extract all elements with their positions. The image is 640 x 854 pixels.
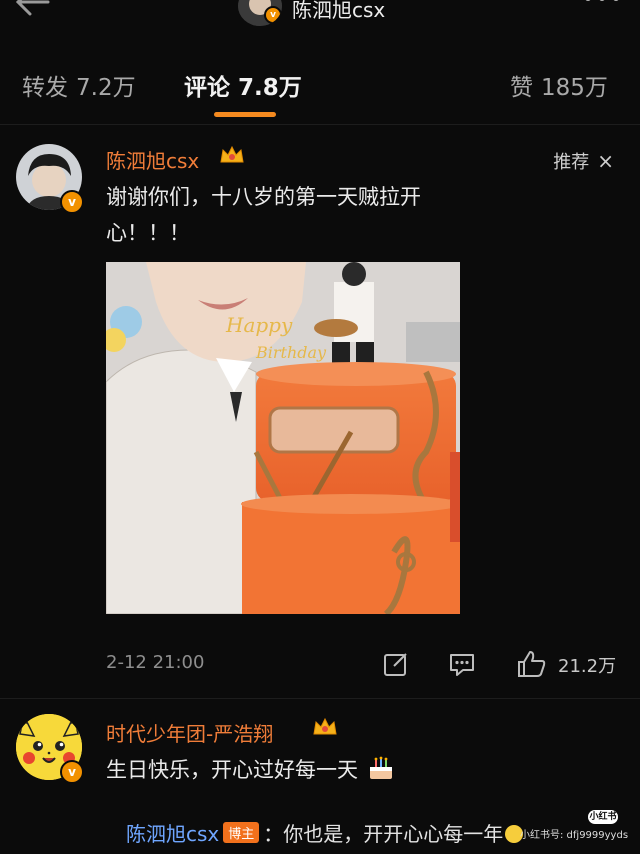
comment-button[interactable] xyxy=(448,650,476,682)
tab-comments-count: 7.8万 xyxy=(238,75,302,101)
comment-time: 2-12 21:00 xyxy=(106,652,205,673)
like-count: 21.2万 xyxy=(558,656,617,677)
tab-repost-count: 7.2万 xyxy=(76,75,136,101)
tab-likes-label: 赞 xyxy=(510,75,533,101)
recommend-tag[interactable]: 推荐 × xyxy=(553,148,614,174)
crown-icon xyxy=(220,145,244,163)
crown-icon xyxy=(313,717,337,735)
cake-emoji-icon xyxy=(369,756,392,779)
tab-likes[interactable]: 赞 185万 xyxy=(510,68,608,102)
comment-text-body: 生日快乐，开心过好每一天 xyxy=(106,758,358,782)
comment-username[interactable]: 时代少年团-严浩翔 xyxy=(106,718,273,747)
tab-comments-label: 评论 xyxy=(184,75,230,101)
close-icon[interactable]: × xyxy=(597,149,614,173)
owner-tag: 博主 xyxy=(223,822,260,843)
tab-repost[interactable]: 转发 7.2万 xyxy=(22,68,136,102)
back-arrow-icon xyxy=(15,0,50,16)
comment-text: 谢谢你们，十八岁的第一天贼拉开 心！！！ xyxy=(106,179,421,251)
comment-username[interactable]: 陈泗旭csx xyxy=(106,145,199,174)
tab-bar: 转发 7.2万 评论 7.8万 赞 185万 xyxy=(0,58,640,118)
edit-icon xyxy=(384,653,407,676)
top-bar: v 陈泗旭csx xyxy=(0,0,640,40)
watermark-logo: 小红书 xyxy=(588,810,618,824)
reply-author[interactable]: 陈泗旭csx xyxy=(126,822,219,846)
tab-comments[interactable]: 评论 7.8万 xyxy=(184,68,302,102)
tab-likes-count: 185万 xyxy=(541,75,608,101)
comment-icon xyxy=(450,654,474,676)
birthday-cake-photo[interactable]: Happy Birthday xyxy=(106,262,460,614)
more-button[interactable] xyxy=(582,0,622,16)
comment-text-line: 谢谢你们，十八岁的第一天贼拉开 xyxy=(106,185,421,209)
reply-line: 陈泗旭csx 博主 ：你也是，开开心心每一年 xyxy=(126,818,524,847)
comment-text-line: 心！！！ xyxy=(106,221,190,245)
edit-button[interactable] xyxy=(382,650,410,682)
comment-divider xyxy=(0,698,640,699)
back-button[interactable] xyxy=(8,0,64,28)
like-icon xyxy=(518,651,546,677)
like-button[interactable] xyxy=(516,650,548,682)
tabs-divider xyxy=(0,124,640,125)
svg-text:Birthday: Birthday xyxy=(255,343,327,362)
recommend-label: 推荐 xyxy=(553,152,590,173)
watermark-text: 小红书号: dfj9999yyds xyxy=(520,830,629,841)
active-tab-indicator xyxy=(214,112,276,117)
verified-badge-icon: v xyxy=(60,760,84,784)
tab-repost-label: 转发 xyxy=(22,75,68,101)
verified-badge-icon: v xyxy=(60,190,84,214)
more-dots-icon xyxy=(585,0,619,1)
comment-text: 生日快乐，开心过好每一天 xyxy=(106,752,395,788)
svg-text:Happy: Happy xyxy=(225,313,293,337)
verified-badge-icon: v xyxy=(264,6,282,24)
reply-text: ：你也是，开开心心每一年 xyxy=(263,822,504,846)
header-avatar[interactable]: v xyxy=(238,0,282,26)
header-title: 陈泗旭csx xyxy=(292,0,386,22)
